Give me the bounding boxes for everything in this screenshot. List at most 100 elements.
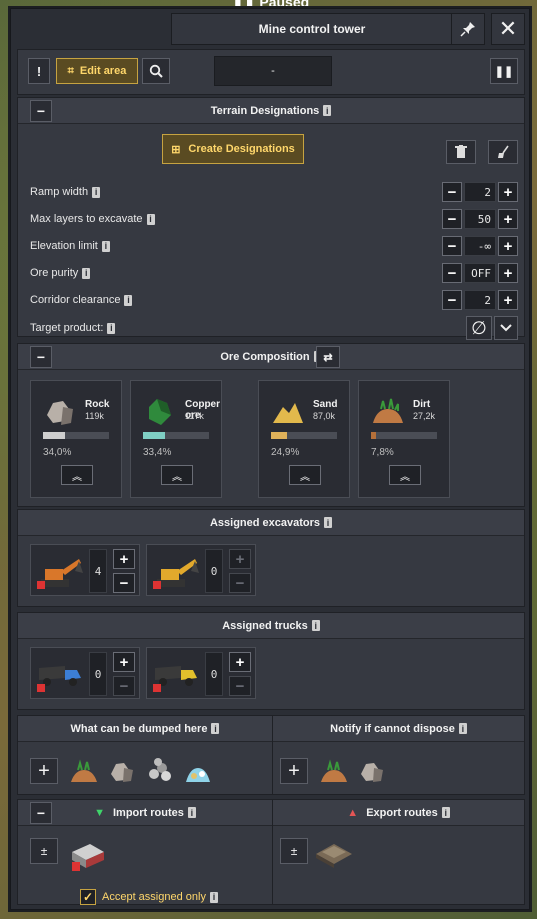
- checkmark-icon: ✓: [82, 890, 94, 904]
- prioritize-button[interactable]: ︽: [161, 465, 193, 485]
- decrement-button[interactable]: −: [229, 676, 251, 696]
- decrement-button[interactable]: −: [229, 573, 251, 593]
- truck-count: 0: [205, 652, 223, 696]
- section-title: Assigned trucks: [222, 619, 308, 632]
- delete-button[interactable]: [446, 140, 476, 164]
- terrain-section: Terrain Designations i − ⊞ Create Designa…: [17, 97, 525, 340]
- broom-icon: [498, 145, 509, 158]
- ore-share-fill: [271, 432, 288, 439]
- increment-button[interactable]: +: [498, 236, 518, 256]
- increment-button[interactable]: +: [498, 182, 518, 202]
- dirt-icon: [321, 759, 347, 782]
- edit-import-routes-button[interactable]: ±: [30, 838, 58, 864]
- rock-icon: [47, 401, 73, 425]
- double-chevron-up-icon: ︽: [300, 471, 310, 483]
- chevron-down-icon: [500, 324, 512, 332]
- decrement-button[interactable]: −: [442, 236, 462, 256]
- notification-button[interactable]: !: [28, 58, 50, 84]
- decrement-button[interactable]: −: [442, 263, 462, 283]
- pin-icon: [460, 22, 475, 37]
- collapse-button[interactable]: −: [30, 802, 52, 824]
- info-icon[interactable]: i: [124, 294, 133, 306]
- info-icon[interactable]: i: [211, 723, 220, 734]
- clear-button[interactable]: [488, 140, 518, 164]
- ore-share-fill: [43, 432, 66, 439]
- info-icon[interactable]: i: [323, 105, 332, 116]
- info-icon[interactable]: i: [187, 807, 196, 818]
- double-chevron-up-icon: ︽: [72, 471, 82, 483]
- decrement-button[interactable]: −: [113, 676, 135, 696]
- info-icon[interactable]: i: [311, 620, 320, 631]
- max-layers-label: Max layers to excavate i: [30, 213, 155, 225]
- decrement-button[interactable]: −: [442, 182, 462, 202]
- decrement-button[interactable]: −: [442, 209, 462, 229]
- increment-button[interactable]: +: [113, 652, 135, 672]
- section-title: Assigned excavators: [209, 516, 321, 529]
- excavator-card[interactable]: 4 + −: [30, 544, 140, 596]
- info-icon[interactable]: i: [209, 891, 218, 903]
- target-product-selector[interactable]: ∅: [466, 316, 492, 340]
- slag-icon: [186, 768, 210, 782]
- info-icon[interactable]: i: [324, 517, 333, 528]
- ore-purity-stepper: − OFF +: [442, 263, 518, 283]
- accept-assigned-checkbox[interactable]: ✓: [80, 889, 96, 905]
- truck-card[interactable]: 0 + −: [30, 647, 140, 699]
- stepper-value: OFF: [464, 263, 496, 283]
- increment-button[interactable]: +: [113, 549, 135, 569]
- increment-button[interactable]: +: [229, 549, 251, 569]
- excavator-card[interactable]: 0 + −: [146, 544, 256, 596]
- section-title: Terrain Designations: [210, 104, 320, 117]
- sand-icon: [273, 403, 303, 423]
- create-designations-button[interactable]: ⊞ Create Designations: [162, 134, 304, 164]
- plus-icon: +: [38, 759, 50, 782]
- ore-card-dirt: Dirt 27,2k 7,8% ︽: [358, 380, 450, 498]
- prioritize-button[interactable]: ︽: [389, 465, 421, 485]
- alert-icon: !: [36, 63, 42, 79]
- pause-button[interactable]: ❚❚: [490, 58, 518, 84]
- section-title: Ore Composition: [220, 350, 310, 363]
- refresh-button[interactable]: ⇄: [316, 346, 340, 368]
- export-routes-title: Export routes: [366, 806, 438, 819]
- prioritize-button[interactable]: ︽: [61, 465, 93, 485]
- edit-area-button[interactable]: ⌗ Edit area: [56, 58, 138, 84]
- swap-icon: ⇄: [323, 351, 333, 364]
- add-dumpable-button[interactable]: +: [30, 758, 58, 784]
- notify-title: Notify if cannot dispose: [330, 722, 455, 735]
- collapse-button[interactable]: −: [30, 346, 52, 368]
- target-product-dropdown[interactable]: [494, 316, 518, 340]
- gravel-icon: [149, 758, 171, 781]
- info-icon[interactable]: i: [82, 267, 91, 279]
- info-icon[interactable]: i: [92, 186, 101, 198]
- max-layers-stepper: − 50 +: [442, 209, 518, 229]
- increment-button[interactable]: +: [498, 290, 518, 310]
- plus-icon: +: [288, 759, 300, 782]
- ore-share-fill: [371, 432, 377, 439]
- edit-export-routes-button[interactable]: ±: [280, 838, 308, 864]
- increment-button[interactable]: +: [498, 209, 518, 229]
- dirt-icon: [71, 759, 97, 782]
- add-notify-button[interactable]: +: [280, 758, 308, 784]
- selector-field[interactable]: -: [214, 56, 332, 86]
- increment-button[interactable]: +: [229, 652, 251, 672]
- search-button[interactable]: [142, 58, 170, 84]
- corridor-clearance-stepper: − 2 +: [442, 290, 518, 310]
- edit-area-icon: ⌗: [67, 64, 74, 77]
- prioritize-button[interactable]: ︽: [289, 465, 321, 485]
- increment-button[interactable]: +: [498, 263, 518, 283]
- info-icon[interactable]: i: [458, 723, 467, 734]
- collapse-button[interactable]: −: [30, 100, 52, 122]
- info-icon[interactable]: i: [107, 322, 116, 334]
- close-button[interactable]: ✕: [491, 13, 525, 45]
- info-icon[interactable]: i: [441, 807, 450, 818]
- decrement-button[interactable]: −: [442, 290, 462, 310]
- route-edit-icon: ±: [290, 844, 298, 858]
- info-icon[interactable]: i: [101, 240, 110, 252]
- pin-button[interactable]: [451, 13, 485, 45]
- stepper-value: -∞: [464, 236, 496, 256]
- decrement-button[interactable]: −: [113, 573, 135, 593]
- info-icon[interactable]: i: [146, 213, 155, 225]
- excavators-section: Assigned excavators i 4 + − 0 + −: [17, 509, 525, 607]
- export-arrow-icon: ▲: [347, 806, 359, 819]
- truck-card[interactable]: 0 + −: [146, 647, 256, 699]
- stepper-value: 2: [464, 290, 496, 310]
